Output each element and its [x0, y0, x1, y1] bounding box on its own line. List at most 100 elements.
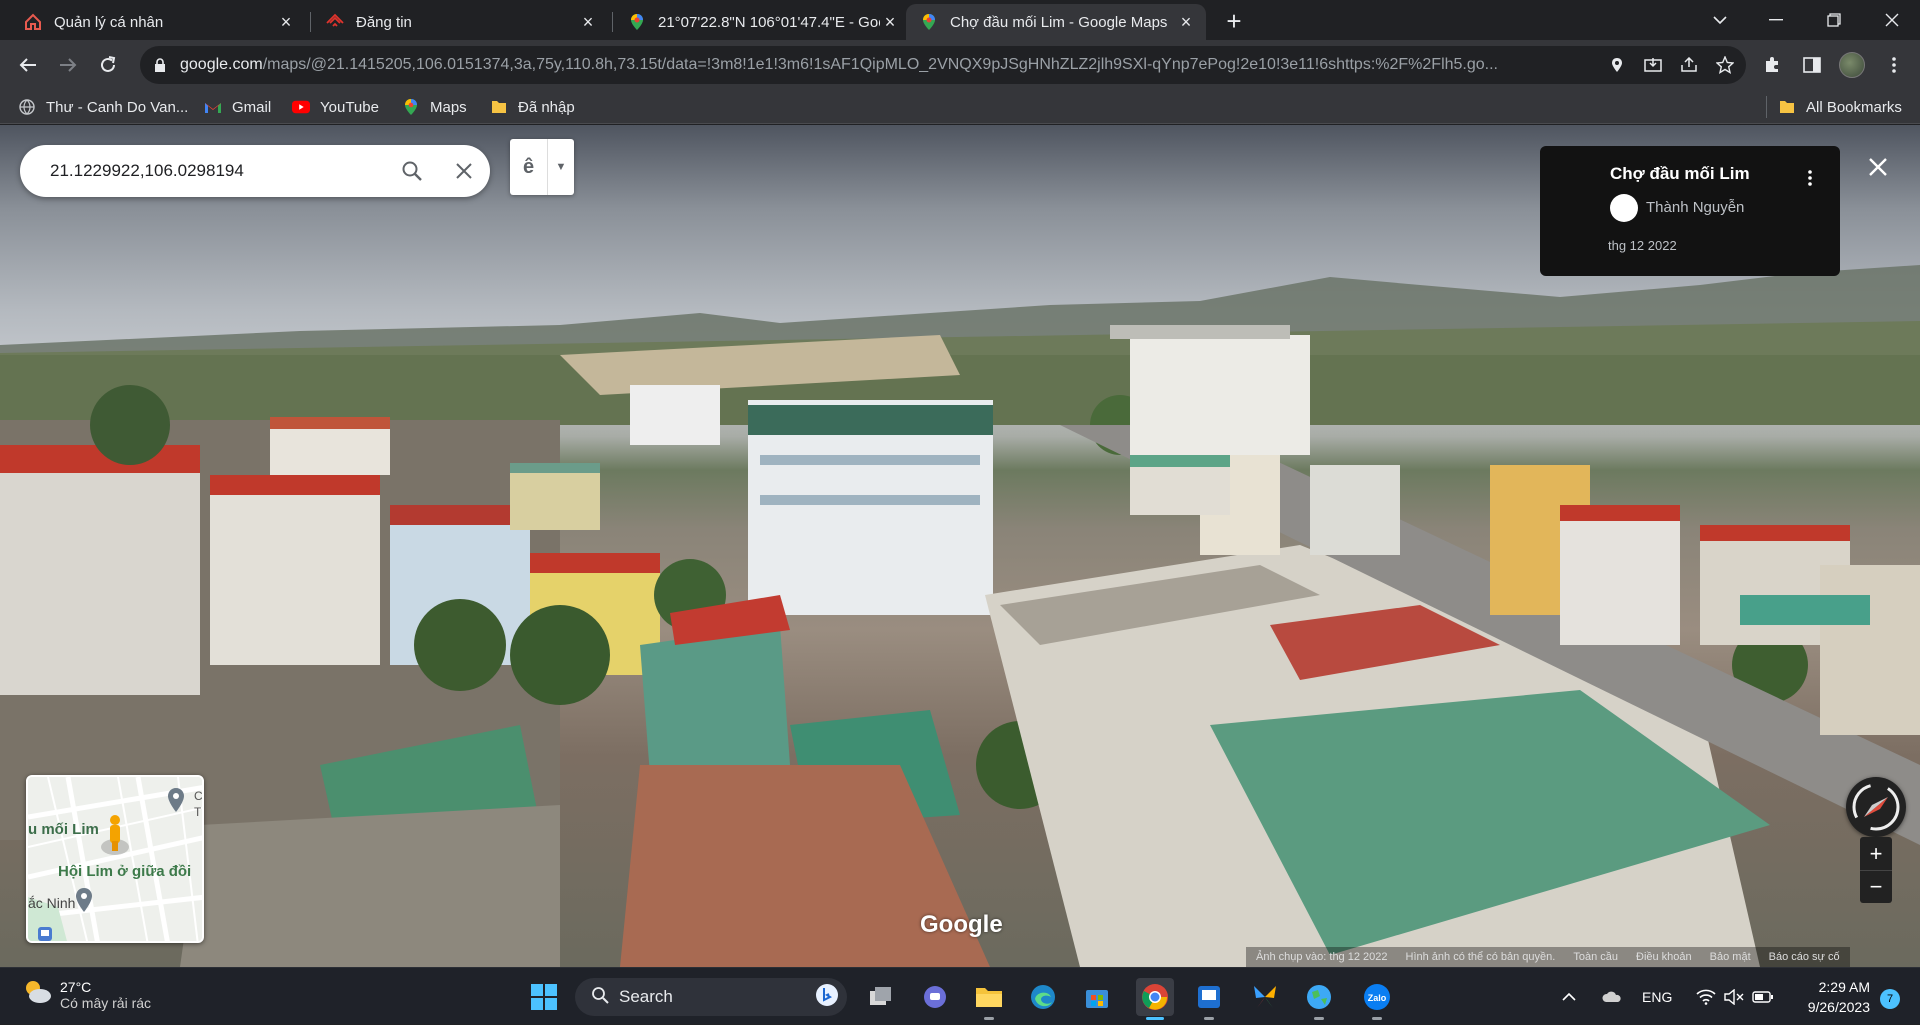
- weather-widget[interactable]: 27°C Có mây rải rác: [22, 978, 151, 1011]
- pegman-icon[interactable]: [100, 813, 130, 862]
- microsoft-store-icon[interactable]: [1078, 978, 1116, 1016]
- start-button[interactable]: [525, 978, 563, 1016]
- running-indicator: [1372, 1017, 1382, 1020]
- forward-button[interactable]: [52, 49, 84, 81]
- zoom-out-button[interactable]: −: [1860, 870, 1892, 903]
- tab-search-chevron-icon[interactable]: [1692, 0, 1748, 40]
- tab-strip: Quản lý cá nhân × Đăng tin × 21°07'22.8"…: [0, 0, 1920, 40]
- language-indicator[interactable]: ENG: [1642, 968, 1672, 1025]
- close-window-button[interactable]: [1864, 0, 1920, 40]
- bookmark-folder-imported[interactable]: Đã nhập: [490, 96, 575, 118]
- zalo-icon[interactable]: Zalo: [1358, 978, 1396, 1020]
- edge-icon[interactable]: [1024, 978, 1062, 1016]
- install-app-icon[interactable]: [1638, 50, 1668, 80]
- blue-app-icon[interactable]: [1190, 978, 1228, 1020]
- side-panel-icon[interactable]: [1797, 50, 1827, 80]
- share-icon[interactable]: [1674, 50, 1704, 80]
- tab-title: Đăng tin: [356, 13, 412, 31]
- close-icon[interactable]: ×: [1176, 12, 1196, 32]
- bookmark-label: All Bookmarks: [1806, 98, 1902, 116]
- teams-chat-icon[interactable]: [916, 978, 954, 1016]
- close-icon[interactable]: ×: [276, 12, 296, 32]
- input-tools-button[interactable]: ê ▼: [510, 139, 574, 195]
- new-tab-button[interactable]: +: [1220, 8, 1248, 36]
- close-icon[interactable]: ×: [578, 12, 598, 32]
- location-pin-icon[interactable]: [1602, 50, 1632, 80]
- file-explorer-icon[interactable]: [970, 978, 1008, 1020]
- address-bar[interactable]: google.com/maps/@21.1415205,106.0151374,…: [140, 46, 1746, 84]
- tab-post-listing[interactable]: Đăng tin ×: [312, 4, 608, 40]
- tab-coordinates[interactable]: 21°07'22.8"N 106°01'47.4"E - Goo ×: [614, 4, 910, 40]
- tab-divider: [310, 12, 311, 32]
- minimap-label: C: [194, 789, 203, 803]
- maps-pin-icon: [920, 13, 938, 31]
- gmail-icon: [204, 98, 222, 116]
- restore-button[interactable]: [1806, 0, 1862, 40]
- bookmark-maps[interactable]: Maps: [402, 96, 467, 118]
- all-bookmarks-folder[interactable]: All Bookmarks: [1778, 96, 1902, 118]
- place-title[interactable]: Chợ đầu mối Lim: [1610, 164, 1750, 184]
- footer-privacy-link[interactable]: Bảo mật: [1710, 951, 1751, 963]
- author-avatar[interactable]: [1610, 194, 1638, 222]
- footer-terms-link[interactable]: Điều khoản: [1636, 951, 1692, 963]
- lock-icon[interactable]: [154, 58, 168, 72]
- volume-muted-icon[interactable]: [1724, 968, 1744, 1025]
- tab-personal-management[interactable]: Quản lý cá nhân ×: [10, 4, 306, 40]
- tab-title: 21°07'22.8"N 106°01'47.4"E - Goo: [658, 13, 880, 31]
- zoom-in-button[interactable]: +: [1860, 837, 1892, 870]
- more-menu-icon[interactable]: [1879, 50, 1909, 80]
- onedrive-icon[interactable]: [1602, 968, 1622, 1025]
- battery-icon[interactable]: [1752, 968, 1774, 1025]
- footer-report-link[interactable]: Báo cáo sự cố: [1769, 951, 1840, 963]
- profile-avatar[interactable]: [1839, 52, 1865, 78]
- svg-text:Zalo: Zalo: [1368, 993, 1387, 1003]
- input-tools-letter: ê: [510, 139, 548, 195]
- url-path: /maps/@21.1415205,106.0151374,3a,75y,110…: [262, 56, 1498, 73]
- windows-taskbar: 27°C Có mây rải rác Search Zalo ENG 2:29…: [0, 967, 1920, 1024]
- url-text[interactable]: google.com/maps/@21.1415205,106.0151374,…: [180, 56, 1602, 74]
- footer-global-link[interactable]: Toàn cầu: [1573, 951, 1618, 963]
- clock[interactable]: 2:29 AM 9/26/2023: [1780, 977, 1870, 1017]
- minimize-button[interactable]: [1748, 0, 1804, 40]
- search-input[interactable]: [50, 161, 386, 181]
- bookmark-youtube[interactable]: YouTube: [292, 96, 379, 118]
- capture-date: thg 12 2022: [1608, 238, 1677, 253]
- extensions-icon[interactable]: [1757, 50, 1787, 80]
- taskbar-search[interactable]: Search: [575, 978, 847, 1016]
- close-icon[interactable]: ×: [880, 12, 900, 32]
- back-button[interactable]: [12, 49, 44, 81]
- minimap[interactable]: u mối Lim Hội Lim ở giữa đồi ắc Ninh C T: [26, 775, 204, 943]
- tab-google-maps-active[interactable]: Chợ đầu mối Lim - Google Maps ×: [906, 4, 1206, 40]
- task-view-icon[interactable]: [862, 978, 900, 1016]
- wifi-icon[interactable]: [1696, 968, 1716, 1025]
- dropdown-arrow-icon[interactable]: ▼: [548, 139, 574, 195]
- search-icon[interactable]: [386, 145, 438, 197]
- temperature: 27°C: [60, 978, 92, 995]
- street-view-panorama[interactable]: ê ▼ Chợ đầu mối Lim Thành Nguyễn thg 12 …: [0, 125, 1920, 967]
- running-indicator: [1204, 1017, 1214, 1020]
- bookmark-gmail[interactable]: Gmail: [204, 96, 271, 118]
- streetview-search-box[interactable]: [20, 145, 490, 197]
- close-streetview-button[interactable]: [1862, 151, 1894, 183]
- search-icon: [591, 986, 609, 1009]
- butterfly-app-icon[interactable]: [1246, 978, 1284, 1016]
- bing-icon[interactable]: [815, 983, 839, 1012]
- bookmark-star-icon[interactable]: [1710, 50, 1740, 80]
- partly-cloudy-icon: [22, 978, 52, 1011]
- place-info-card: Chợ đầu mối Lim Thành Nguyễn thg 12 2022: [1540, 146, 1840, 276]
- reload-button[interactable]: [92, 49, 124, 81]
- minimap-label: ắc Ninh: [28, 895, 76, 911]
- chrome-icon[interactable]: [1136, 978, 1174, 1020]
- more-options-icon[interactable]: [1800, 164, 1820, 192]
- map-pin-icon: [166, 787, 186, 818]
- compass-icon[interactable]: [1846, 777, 1906, 837]
- running-indicator: [1146, 1017, 1164, 1020]
- author-name[interactable]: Thành Nguyễn: [1646, 199, 1744, 216]
- clear-search-icon[interactable]: [438, 145, 490, 197]
- bookmark-canh-do-van[interactable]: Thư - Canh Do Van...: [18, 96, 188, 118]
- bookmarks-bar: Thư - Canh Do Van... Gmail YouTube Maps …: [0, 90, 1920, 124]
- notification-badge[interactable]: 7: [1880, 989, 1900, 1009]
- minimap-label: u mối Lim: [28, 821, 99, 838]
- globe-app-icon[interactable]: [1300, 978, 1338, 1020]
- show-hidden-icons-chevron-icon[interactable]: [1562, 968, 1576, 1025]
